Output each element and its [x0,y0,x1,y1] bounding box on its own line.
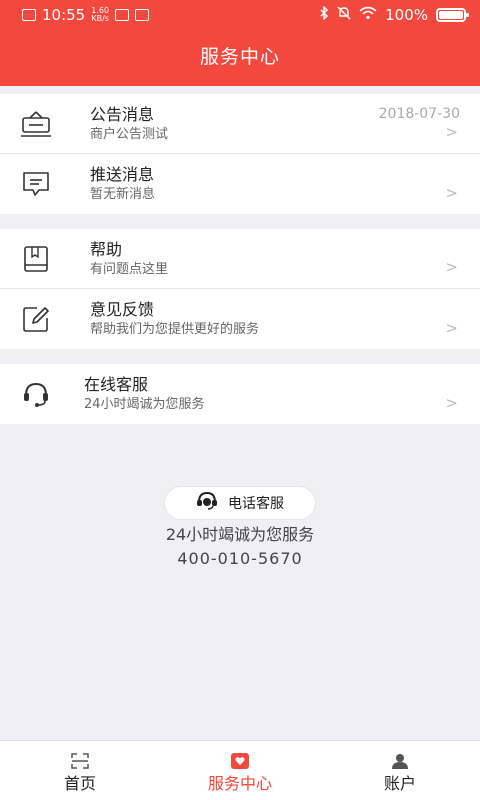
heart-icon [230,751,250,771]
section-online-service: 在线客服 24小时竭诚为您服务 > [0,364,480,424]
list-item-announcement[interactable]: 公告消息 商户公告测试 2018-07-30 > [0,94,480,154]
phone-number[interactable]: 400-010-5670 [0,548,480,570]
book-icon [18,241,54,277]
net-speed-unit: KB/s [91,14,109,23]
tab-label: 首页 [63,774,96,793]
chevron-right-icon: > [445,319,458,337]
list-item-push-messages[interactable]: 推送消息 暂无新消息 > [0,154,480,214]
app-notification-icon-2 [135,9,150,21]
page-title: 服务中心 [199,46,280,68]
phone-service-label: 电话客服 [228,496,284,512]
bottom-tab-bar: 首页 服务中心 账户 [0,740,480,800]
chevron-right-icon: > [445,123,458,141]
net-speed: 1.60 KB/s [91,7,109,23]
tab-service-center[interactable]: 服务中心 [160,741,320,800]
section-help: 帮助 有问题点这里 > 意见反馈 帮助我们为您提供更好的服务 > [0,229,480,349]
item-date: 2018-07-30 [378,106,460,122]
status-bar: 10:55 1.60 KB/s 100% [0,0,480,30]
mute-icon [337,6,351,24]
item-title: 帮助 [90,240,123,259]
list-item-feedback[interactable]: 意见反馈 帮助我们为您提供更好的服务 > [0,289,480,349]
battery-percent: 100% [385,6,428,24]
header-bar: 10:55 1.60 KB/s 100% 服务中心 [0,0,480,86]
chevron-right-icon: > [445,394,458,412]
list-item-online-service[interactable]: 在线客服 24小时竭诚为您服务 > [0,364,480,424]
tab-label: 账户 [383,774,416,793]
tab-account[interactable]: 账户 [320,741,480,800]
announcement-icon [18,106,54,142]
item-subtitle: 24小时竭诚为您服务 [84,397,205,412]
battery-icon [436,8,469,22]
item-title: 推送消息 [90,165,155,184]
phone-service-slogan: 24小时竭诚为您服务 [165,525,315,544]
tab-home[interactable]: 首页 [0,741,160,800]
chevron-right-icon: > [445,184,458,202]
item-title: 在线客服 [84,375,149,394]
item-subtitle: 商户公告测试 [90,127,169,142]
phone-service-button[interactable]: 电话客服 [164,486,316,520]
user-icon [390,751,410,771]
bluetooth-icon [319,5,329,24]
list-item-help[interactable]: 帮助 有问题点这里 > [0,229,480,289]
section-messages: 公告消息 商户公告测试 2018-07-30 > 推送消息 暂无新消息 > [0,94,480,214]
headset-icon [196,491,218,515]
edit-icon [18,301,54,337]
tab-label: 服务中心 [207,774,272,793]
item-title: 公告消息 [90,105,155,124]
message-icon [18,166,54,202]
status-time: 10:55 [42,6,86,24]
wifi-icon [359,6,377,24]
notification-icon [22,9,36,21]
chevron-right-icon: > [445,258,458,276]
item-title: 意见反馈 [90,300,155,319]
scan-icon [70,751,90,771]
item-subtitle: 帮助我们为您提供更好的服务 [90,322,260,337]
app-notification-icon [115,9,130,21]
headset-icon [18,376,54,412]
item-subtitle: 有问题点这里 [90,262,169,277]
item-subtitle: 暂无新消息 [90,187,156,202]
